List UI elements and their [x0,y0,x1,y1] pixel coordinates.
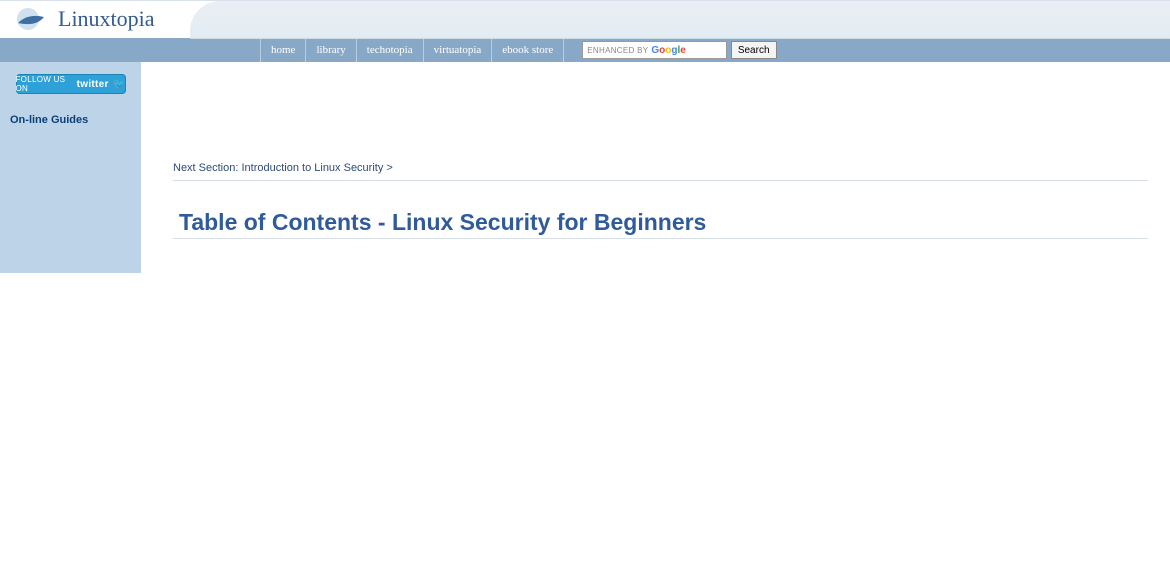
main-content: Next Section: Introduction to Linux Secu… [141,62,1170,273]
nav-tab-techotopia[interactable]: techotopia [357,38,424,62]
next-section-prefix: Next Section: [173,162,241,174]
header-top: Linuxtopia [0,0,1170,38]
search-box: ENHANCED BY Google Search [582,38,776,62]
sidebar-section-title: On-line Guides [10,114,135,126]
nav-tab-virtuatopia[interactable]: virtuatopia [424,38,493,62]
search-input[interactable] [686,43,726,57]
twitter-prefix: FOLLOW US ON [16,75,73,93]
twitter-brand: twitter [77,79,109,90]
sidebar: FOLLOW US ON twitter 🐦 On-line Guides [0,62,141,273]
next-section-line: Next Section: Introduction to Linux Secu… [173,162,1148,181]
next-section-suffix: > [383,162,392,174]
search-field[interactable]: ENHANCED BY Google [582,41,727,59]
twitter-icon: 🐦 [113,79,126,90]
twitter-badge[interactable]: FOLLOW US ON twitter 🐦 [16,74,126,94]
site-name: Linuxtopia [58,6,155,32]
header-curve [190,1,1170,39]
nav-tab-library[interactable]: library [306,38,356,62]
nav-tab-ebook-store[interactable]: ebook store [492,38,564,62]
logo[interactable]: Linuxtopia [14,5,155,33]
next-section-link[interactable]: Introduction to Linux Security [241,162,383,174]
logo-icon [14,5,48,33]
top-nav: homelibrarytechotopiavirtuatopiaebook st… [0,38,1170,62]
nav-tab-home[interactable]: home [260,38,306,62]
enhanced-by-label: ENHANCED BY [587,46,648,55]
divider [173,238,1148,239]
page-title: Table of Contents - Linux Security for B… [179,209,1148,236]
search-button[interactable]: Search [731,41,777,59]
google-logo: Google [651,45,685,56]
